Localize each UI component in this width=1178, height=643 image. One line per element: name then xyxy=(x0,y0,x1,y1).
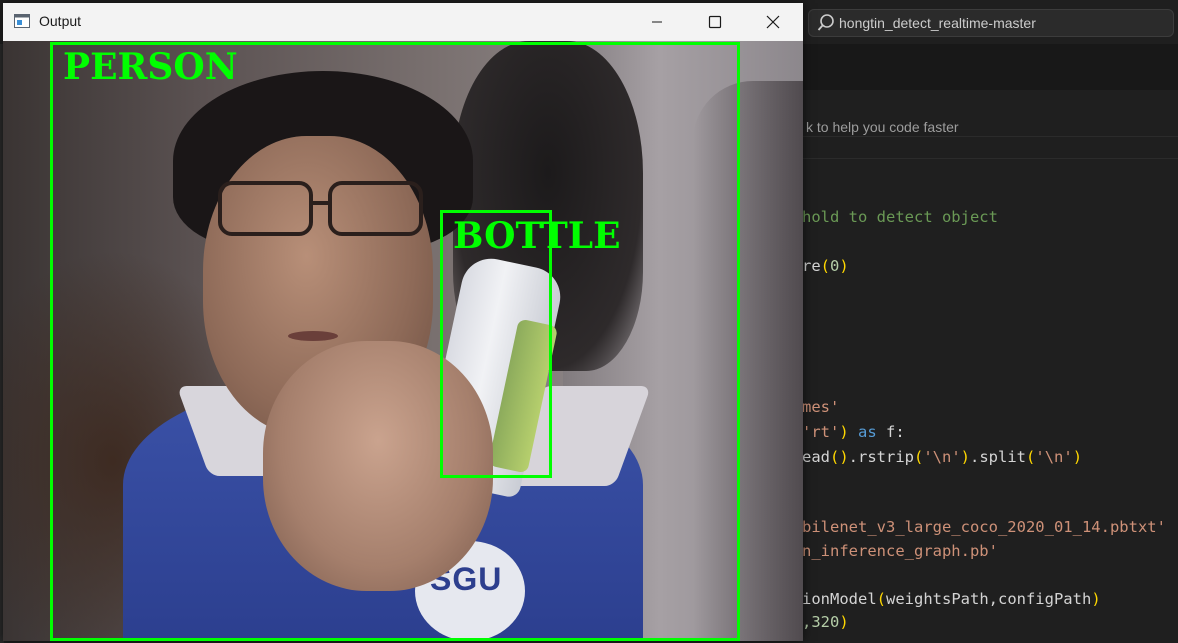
code-token: weightsPath,configPath xyxy=(886,590,1092,608)
code-token: .rstrip xyxy=(848,448,914,466)
code-token: ) xyxy=(1091,590,1101,608)
close-button[interactable] xyxy=(744,3,802,41)
code-token: ( xyxy=(1026,448,1036,466)
code-token: .split xyxy=(970,448,1027,466)
code-token: ) xyxy=(960,448,971,466)
bottle-detection-label: BOTTLE xyxy=(453,215,621,257)
person-detection-label: PERSON xyxy=(63,46,238,88)
code-token: ( xyxy=(820,257,831,275)
code-line[interactable]: bilenet_v3_large_coco_2020_01_14.pbtxt' xyxy=(802,518,1166,536)
code-token: 'rt' xyxy=(802,423,840,441)
maximize-icon xyxy=(708,15,722,29)
code-token: ( xyxy=(876,590,886,608)
code-line[interactable]: ead().rstrip('\n').split('\n') xyxy=(802,448,1082,466)
output-window[interactable]: Output SGU PERSON BOTTLE xyxy=(3,3,803,641)
code-token: ) xyxy=(839,257,849,275)
window-titlebar[interactable]: Output xyxy=(3,3,803,41)
code-token: '\n' xyxy=(923,448,961,466)
minimize-icon xyxy=(652,21,662,23)
command-center-search[interactable]: hongtin_detect_realtime-master xyxy=(808,9,1174,37)
code-token: ) xyxy=(1072,448,1083,466)
camera-frame: SGU PERSON BOTTLE xyxy=(3,41,803,641)
maximize-button[interactable] xyxy=(686,3,744,41)
code-token: ionModel xyxy=(802,590,877,608)
code-token: () xyxy=(830,448,849,466)
code-token: '\n' xyxy=(1035,448,1073,466)
code-token: hold to detect object xyxy=(802,208,998,226)
app-window-icon xyxy=(14,14,30,28)
code-token: 0 xyxy=(830,257,840,275)
code-token: ,320 xyxy=(802,613,840,631)
code-line[interactable]: ,320) xyxy=(802,613,849,631)
code-line[interactable]: n_inference_graph.pb' xyxy=(802,542,998,560)
minimize-button[interactable] xyxy=(628,3,686,41)
code-line[interactable]: mes' xyxy=(802,398,839,416)
code-token: n_inference_graph.pb' xyxy=(802,542,998,560)
code-token: as xyxy=(858,423,877,441)
copilot-hint-text: k to help you code faster xyxy=(806,119,959,135)
code-token: ead xyxy=(802,448,830,466)
code-line[interactable]: hold to detect object xyxy=(802,208,998,226)
search-icon xyxy=(817,14,834,31)
code-line[interactable]: ionModel(weightsPath,configPath) xyxy=(802,590,1101,608)
code-token: ( xyxy=(914,448,924,466)
person-detection-box xyxy=(50,42,740,641)
search-text: hongtin_detect_realtime-master xyxy=(839,15,1036,31)
window-title: Output xyxy=(39,13,82,29)
code-line[interactable]: 'rt') as f: xyxy=(802,423,905,441)
code-token: ) xyxy=(839,613,849,631)
code-token: mes' xyxy=(802,398,840,416)
close-icon xyxy=(766,15,780,29)
code-token: ) xyxy=(839,423,858,441)
code-line[interactable]: re(0) xyxy=(802,257,849,275)
code-token: re xyxy=(802,257,821,275)
code-token: bilenet_v3_large_coco_2020_01_14.pbtxt' xyxy=(802,518,1166,536)
code-token: f: xyxy=(876,423,905,441)
